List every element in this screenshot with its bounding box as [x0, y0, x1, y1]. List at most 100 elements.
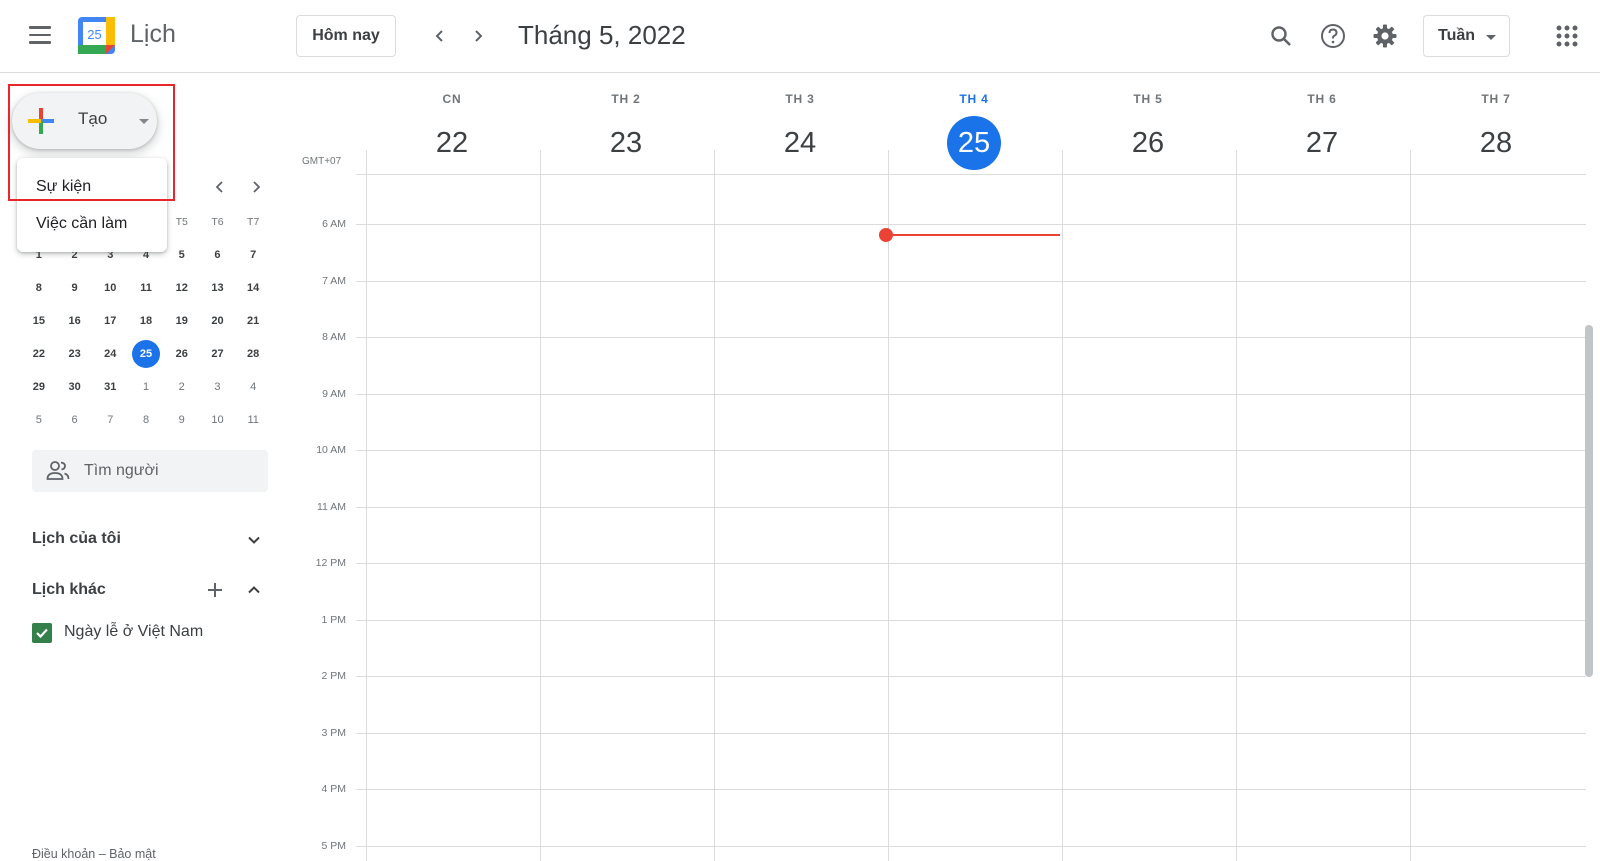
mini-calendar-day[interactable]: 13 [200, 274, 236, 302]
mini-calendar-day[interactable]: 8 [128, 406, 164, 434]
day-of-week-label: TH 6 [1307, 92, 1337, 106]
day-of-week-label: TH 3 [785, 92, 815, 106]
day-number[interactable]: 24 [773, 116, 827, 170]
hour-label: 1 PM [321, 614, 346, 626]
mini-calendar-day[interactable]: 19 [164, 307, 200, 335]
hour-gridline [356, 733, 1586, 734]
mini-calendar-day-number: 19 [175, 314, 188, 327]
settings-gear-icon[interactable] [1366, 17, 1404, 55]
mini-calendar-day[interactable]: 26 [164, 340, 200, 368]
create-button[interactable]: Tạo [12, 93, 157, 149]
vertical-scrollbar[interactable] [1585, 325, 1593, 677]
holiday-calendar-name[interactable]: Ngày lễ ở Việt Nam [64, 623, 203, 641]
mini-calendar-week-row: 15 16 17 18 19 20 21 [21, 304, 271, 337]
mini-calendar-day[interactable]: 27 [200, 340, 236, 368]
mini-calendar-day[interactable]: 5 [164, 241, 200, 269]
hour-label: 4 PM [321, 783, 346, 795]
mini-calendar-day[interactable]: 9 [57, 274, 93, 302]
mini-calendar-day[interactable]: 3 [200, 373, 236, 401]
create-menu-event[interactable]: Sự kiện [17, 168, 167, 205]
mini-calendar-day-number: 6 [71, 413, 78, 426]
mini-calendar-day[interactable]: 1 [128, 373, 164, 401]
chevron-up-icon[interactable] [242, 578, 266, 602]
mini-calendar-prev-icon[interactable] [208, 175, 232, 199]
mini-calendar-day[interactable]: 18 [128, 307, 164, 335]
day-column-divider [1236, 150, 1237, 861]
mini-calendar-next-icon[interactable] [244, 175, 268, 199]
day-number[interactable]: 26 [1121, 116, 1175, 170]
mini-calendar-day-number: 8 [142, 413, 150, 426]
mini-calendar-day[interactable]: 6 [200, 241, 236, 269]
mini-calendar-weekday: T6 [211, 215, 224, 228]
help-icon[interactable] [1314, 17, 1352, 55]
apps-grid-icon[interactable] [1548, 17, 1586, 55]
mini-calendar-day[interactable]: 10 [92, 274, 128, 302]
create-menu-task[interactable]: Việc cần làm [17, 205, 167, 242]
hour-label: 2 PM [321, 670, 346, 682]
holiday-calendar-checkbox[interactable] [32, 623, 52, 643]
mini-calendar-day[interactable]: 20 [200, 307, 236, 335]
mini-calendar-day[interactable]: 21 [235, 307, 271, 335]
next-week-icon[interactable] [463, 21, 493, 51]
mini-calendar-day[interactable]: 16 [57, 307, 93, 335]
day-column-divider [714, 150, 715, 861]
mini-calendar-day[interactable]: 24 [92, 340, 128, 368]
search-icon[interactable] [1262, 17, 1300, 55]
mini-calendar-day[interactable]: 4 [235, 373, 271, 401]
chevron-down-icon[interactable] [242, 528, 266, 552]
mini-calendar-day-number: 30 [68, 380, 81, 393]
view-selector-label: Tuần [1438, 27, 1476, 44]
day-number[interactable]: 25 [947, 116, 1001, 170]
day-column-divider [1062, 150, 1063, 861]
view-selector[interactable]: Tuần [1423, 15, 1510, 57]
other-calendars-title[interactable]: Lịch khác [32, 581, 106, 599]
mini-calendar-day[interactable]: 15 [21, 307, 57, 335]
day-number[interactable]: 23 [599, 116, 653, 170]
mini-calendar-day[interactable]: 7 [235, 241, 271, 269]
search-people-field[interactable]: Tìm người [32, 450, 268, 492]
add-calendar-plus-icon[interactable] [203, 578, 227, 602]
create-dropdown-caret-icon [139, 119, 149, 124]
today-button[interactable]: Hôm nay [296, 15, 396, 57]
mini-calendar-day[interactable]: 5 [21, 406, 57, 434]
previous-week-icon[interactable] [425, 21, 455, 51]
mini-calendar-day[interactable]: 10 [200, 406, 236, 434]
mini-calendar-day-number: 9 [71, 281, 78, 294]
mini-calendar-day[interactable]: 11 [128, 274, 164, 302]
mini-calendar-day[interactable]: 28 [235, 340, 271, 368]
my-calendars-title[interactable]: Lịch của tôi [32, 530, 121, 548]
mini-calendar-day[interactable]: 11 [235, 406, 271, 434]
day-number[interactable]: 28 [1469, 116, 1523, 170]
app-title: Lịch [130, 20, 176, 48]
all-day-divider [356, 174, 1586, 175]
mini-calendar-day-number: 24 [104, 347, 117, 360]
mini-calendar-day[interactable]: 8 [21, 274, 57, 302]
mini-calendar-day-number: 5 [35, 413, 42, 426]
mini-calendar-day[interactable]: 25 [128, 339, 164, 368]
hour-label: 3 PM [321, 727, 346, 739]
mini-calendar-day[interactable]: 9 [164, 406, 200, 434]
mini-calendar-day-number: 21 [247, 314, 260, 327]
mini-calendar-day[interactable]: 29 [21, 373, 57, 401]
mini-calendar-day[interactable]: 23 [57, 340, 93, 368]
mini-calendar-day[interactable]: 17 [92, 307, 128, 335]
mini-calendar-day[interactable]: 6 [57, 406, 93, 434]
mini-calendar-day-number: 23 [68, 347, 81, 360]
day-column-header: TH 3 24 [713, 92, 887, 170]
mini-calendar-day[interactable]: 12 [164, 274, 200, 302]
mini-calendar-day[interactable]: 7 [92, 406, 128, 434]
terms-privacy-links[interactable]: Điều khoản – Bảo mật [32, 847, 156, 861]
day-number[interactable]: 27 [1295, 116, 1349, 170]
day-number[interactable]: 22 [425, 116, 479, 170]
mini-calendar-day[interactable]: 22 [21, 340, 57, 368]
main-menu-icon[interactable] [22, 17, 58, 53]
mini-calendar-day[interactable]: 14 [235, 274, 271, 302]
mini-calendar-day-number: 28 [247, 347, 260, 360]
mini-calendar-day[interactable]: 30 [57, 373, 93, 401]
hour-gridline [356, 224, 1586, 225]
mini-calendar-day[interactable]: 2 [164, 373, 200, 401]
day-column-header: TH 6 27 [1235, 92, 1409, 170]
mini-calendar-day[interactable]: 31 [92, 373, 128, 401]
current-time-line [886, 234, 1060, 236]
mini-calendar-day-number: 14 [247, 281, 260, 294]
